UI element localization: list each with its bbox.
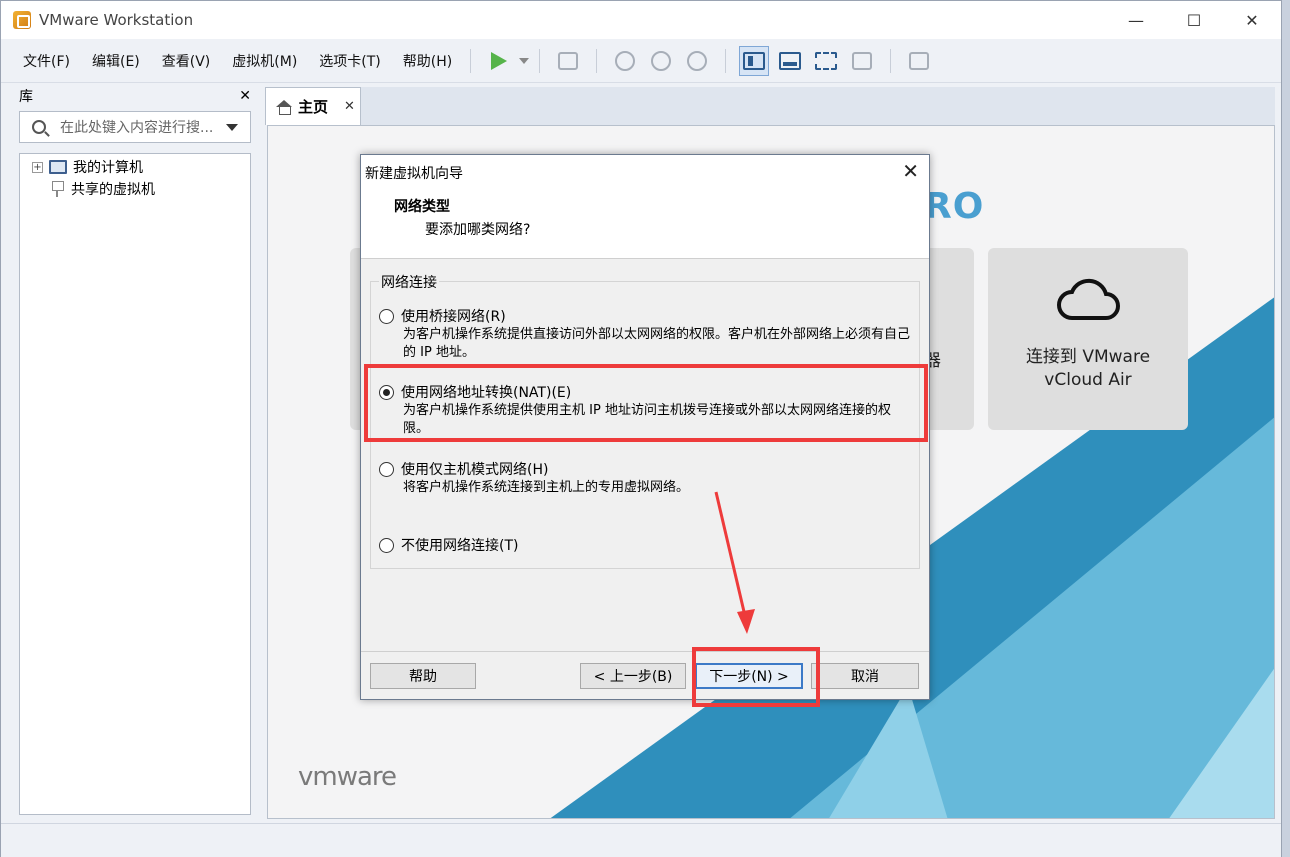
send-ctrl-alt-del-button[interactable] <box>553 46 583 76</box>
option-description: 为客户机操作系统提供直接访问外部以太网网络的权限。客户机在外部网络上必须有自己的… <box>403 327 911 360</box>
menu-view[interactable]: 查看(V) <box>154 51 219 71</box>
search-icon <box>32 120 46 134</box>
menu-bar: 文件(F) 编辑(E) 查看(V) 虚拟机(M) 选项卡(T) 帮助(H) <box>1 39 1281 83</box>
cloud-card-line1: 连接到 VMware <box>1025 347 1151 367</box>
connect-vcloud-air-card[interactable]: 连接到 VMware vCloud Air <box>988 248 1188 430</box>
radio-host-only[interactable] <box>379 461 394 477</box>
full-screen-icon <box>815 51 838 70</box>
group-label: 网络连接 <box>379 272 439 292</box>
cloud-card-label: 连接到 VMware vCloud Air <box>1026 346 1150 392</box>
show-library-button[interactable] <box>739 45 770 76</box>
cloud-card-line2: vCloud Air <box>1044 370 1132 390</box>
menu-help[interactable]: 帮助(H) <box>395 51 460 71</box>
vmware-logo: vmware <box>298 762 397 792</box>
library-panel: 库 ✕ 在此处键入内容进行搜... + 我的计算机 共享的虚拟机 <box>11 85 257 819</box>
option-label: 使用仅主机模式网络(H) <box>401 462 549 478</box>
tab-label: 主页 <box>298 98 329 116</box>
power-on-button[interactable] <box>484 46 514 76</box>
status-bar <box>1 823 1281 857</box>
tree-item-my-computer[interactable]: + 我的计算机 <box>20 156 250 178</box>
cloud-icon <box>1057 278 1120 320</box>
radio-bridged[interactable] <box>379 308 394 324</box>
vmware-app-icon <box>13 11 31 29</box>
thumbnail-bar-button[interactable] <box>775 46 805 76</box>
revert-snapshot-icon <box>651 50 672 71</box>
snapshot-manager-icon <box>687 50 708 71</box>
help-button[interactable]: 帮助 <box>370 663 476 689</box>
option-no-network[interactable]: 不使用网络连接(T) <box>379 535 518 555</box>
power-dropdown-icon[interactable] <box>519 57 530 64</box>
menu-tabs[interactable]: 选项卡(T) <box>311 51 388 71</box>
option-bridged[interactable]: 使用桥接网络(R) <box>379 306 506 326</box>
back-button[interactable]: < 上一步(B) <box>580 663 686 689</box>
snapshot-manager-button[interactable] <box>682 46 712 76</box>
menu-edit[interactable]: 编辑(E) <box>84 51 148 71</box>
play-icon <box>491 51 508 70</box>
dialog-separator <box>361 651 929 652</box>
toolbar-separator <box>596 48 598 73</box>
tab-close-button[interactable]: ✕ <box>344 99 355 114</box>
thumbnail-bar-icon <box>779 51 802 70</box>
option-host-only[interactable]: 使用仅主机模式网络(H) <box>379 459 548 479</box>
maximize-button[interactable]: ☐ <box>1165 1 1223 39</box>
radio-no-network[interactable] <box>379 537 394 553</box>
home-icon <box>276 99 292 115</box>
tree-item-label: 我的计算机 <box>73 160 143 176</box>
title-bar: VMware Workstation — ☐ ✕ <box>1 1 1281 39</box>
next-highlight-box <box>692 647 820 707</box>
option-label: 使用桥接网络(R) <box>401 309 506 325</box>
logo-vm: vm <box>298 762 338 792</box>
library-header: 库 ✕ <box>11 85 257 107</box>
search-placeholder: 在此处键入内容进行搜... <box>60 120 214 136</box>
toolbar-separator <box>890 48 892 73</box>
shared-vm-icon <box>49 181 65 197</box>
revert-snapshot-button[interactable] <box>646 46 676 76</box>
logo-ware: ware <box>336 762 397 792</box>
dialog-header: 新建虚拟机向导 ✕ 网络类型 要添加哪类网络? <box>361 155 929 259</box>
dialog-heading: 网络类型 <box>394 199 450 215</box>
tree-item-shared-vms[interactable]: 共享的虚拟机 <box>20 178 250 200</box>
menu-file[interactable]: 文件(F) <box>15 51 78 71</box>
unity-icon <box>852 51 873 70</box>
network-icon <box>558 51 579 70</box>
tab-home[interactable]: 主页 ✕ <box>265 87 361 125</box>
full-screen-button[interactable] <box>811 46 841 76</box>
library-close-button[interactable]: ✕ <box>239 88 251 104</box>
console-view-icon <box>909 51 930 70</box>
tab-strip: 主页 ✕ <box>265 87 1275 125</box>
unity-button[interactable] <box>847 46 877 76</box>
library-tree: + 我的计算机 共享的虚拟机 <box>19 153 251 815</box>
library-view-icon <box>743 51 766 70</box>
close-window-button[interactable]: ✕ <box>1223 1 1281 39</box>
tree-item-label: 共享的虚拟机 <box>71 182 155 198</box>
console-view-button[interactable] <box>904 46 934 76</box>
chevron-down-icon[interactable] <box>226 123 238 131</box>
cancel-button[interactable]: 取消 <box>811 663 919 689</box>
toolbar-separator <box>539 48 541 73</box>
library-title: 库 <box>19 89 33 105</box>
app-title: VMware Workstation <box>39 11 194 29</box>
toolbar-separator <box>725 48 727 73</box>
window-controls: — ☐ ✕ <box>1107 1 1281 39</box>
option-label: 不使用网络连接(T) <box>401 538 519 554</box>
nat-highlight-box <box>364 364 928 442</box>
workstation-pro-text: RO <box>924 186 985 227</box>
dialog-title: 新建虚拟机向导 <box>365 166 463 182</box>
minimize-button[interactable]: — <box>1107 1 1165 39</box>
dialog-close-button[interactable]: ✕ <box>902 159 919 183</box>
computer-icon <box>49 160 67 174</box>
library-search-input[interactable]: 在此处键入内容进行搜... <box>19 111 251 143</box>
dialog-subheading: 要添加哪类网络? <box>425 222 531 238</box>
expand-icon[interactable]: + <box>32 161 43 173</box>
option-description: 将客户机操作系统连接到主机上的专用虚拟网络。 <box>403 480 690 495</box>
menu-vm[interactable]: 虚拟机(M) <box>224 51 305 71</box>
snapshot-icon <box>615 50 636 71</box>
snapshot-button[interactable] <box>610 46 640 76</box>
toolbar-separator <box>470 48 472 73</box>
